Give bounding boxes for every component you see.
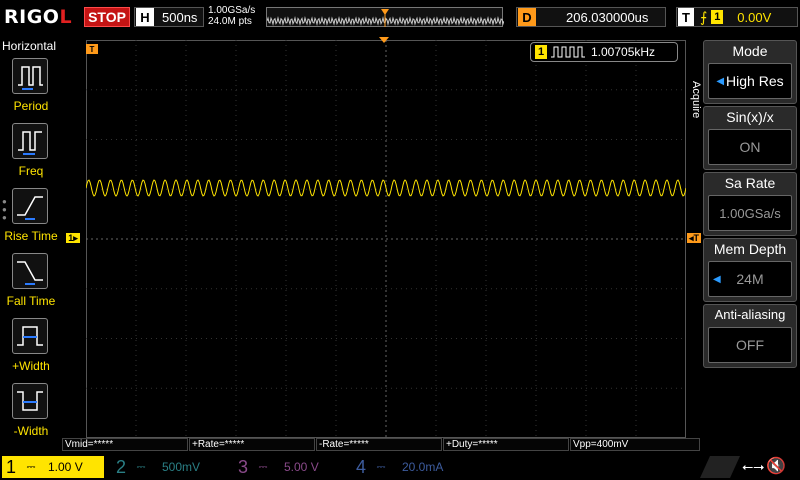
trigger-key: T [678,8,694,26]
menu-sinx[interactable]: Sin(x)/x ON [703,106,797,170]
channel-1-offset-marker[interactable]: 1▸ [66,233,80,243]
delay-key: D [518,8,536,26]
dc-coupling-icon: ⎓ [376,460,386,473]
mode-value: ◀ High Res [708,63,792,99]
memory-overview-wave [266,9,505,27]
memory-points: 24.0M pts [208,16,252,27]
menu-mem-depth[interactable]: Mem Depth ◀ 24M [703,238,797,302]
graticule [86,40,686,438]
channel-2-box[interactable]: 2 ⎓ 500mV [112,456,226,478]
measurement-bar: Vmid=***** +Rate=***** -Rate=***** +Duty… [62,438,700,452]
timebase-box[interactable]: H 500ns [134,7,204,27]
negative-width-icon [12,383,48,419]
measurement-vmid[interactable]: Vmid=***** [62,438,188,451]
measure-panel-title: Horizontal [2,39,57,53]
trigger-level: 0.00V [737,9,772,25]
dc-coupling-icon: ⎓ [26,460,36,473]
trigger-time-marker[interactable] [379,37,389,45]
positive-width-icon [12,318,48,354]
channel-1-number: 1 [2,456,20,478]
panel-page-dots: ● ● ● [2,197,7,222]
channel-3-box[interactable]: 3 ⎓ 5.00 V [234,456,348,478]
delay-value: 206.030000us [566,9,649,25]
bar-separator [700,456,740,478]
dc-coupling-icon: ⎓ [258,460,268,473]
triangle-left-icon: ◀ [716,75,725,87]
trigger-level-marker[interactable]: ◂T [687,233,701,243]
channel-4-scale: 20.0mA [402,460,444,474]
anti-aliasing-value: OFF [708,327,792,363]
channel-3-number: 3 [237,456,248,477]
sample-rate-readout: 1.00GSa/s 24.0M pts [208,5,255,27]
frequency-channel: 1 [535,45,547,59]
rigol-logo: RIGOL [4,6,73,28]
menu-mode[interactable]: Mode ◀ High Res [703,40,797,104]
menu-anti-aliasing[interactable]: Anti-aliasing OFF [703,304,797,368]
channel-1-box[interactable]: 1 ⎓ 1.00 V [2,456,104,478]
triangle-left-icon: ◀ [713,273,721,285]
frequency-icon [12,123,48,159]
fall-time-icon [12,253,48,289]
channel-2-number: 2 [115,456,126,477]
square-wave-icon [551,46,585,58]
measurement-vpp[interactable]: Vpp=400mV [570,438,700,451]
sinx-value: ON [708,129,792,165]
measurement-negative-rate[interactable]: -Rate=***** [316,438,442,451]
channel-3-scale: 5.00 V [284,460,319,474]
rising-edge-icon: ⨍ [700,8,708,25]
run-stop-indicator[interactable]: STOP [84,7,130,27]
horizontal-key: H [136,8,154,26]
frequency-value: 1.00705kHz [591,45,656,59]
delay-box[interactable]: D 206.030000us [516,7,666,27]
waveform-grid[interactable] [86,40,686,438]
measurement-positive-rate[interactable]: +Rate=***** [189,438,315,451]
trigger-source: 1 [711,10,724,24]
trigger-box[interactable]: T ⨍ 1 0.00V [676,7,798,27]
frequency-counter-badge: 1 1.00705kHz [530,42,678,62]
speaker-muted-icon[interactable]: 🔇 [766,456,786,476]
timebase-value: 500ns [162,9,198,25]
memory-overview-bar[interactable] [266,7,505,27]
rise-time-icon [12,188,48,224]
dc-coupling-icon: ⎓ [136,460,146,473]
channel-2-scale: 500mV [162,460,201,474]
channel-4-number: 4 [355,456,366,477]
channel-1-scale: 1.00 V [48,460,83,474]
usb-icon: ⭠⭢ [742,458,765,474]
period-icon [12,58,48,94]
mem-depth-value: ◀ 24M [708,261,792,297]
trigger-origin-marker: T [86,44,98,54]
sa-rate-value: 1.00GSa/s [708,195,792,231]
channel-4-box[interactable]: 4 ⎓ 20.0mA [352,456,466,478]
menu-sa-rate[interactable]: Sa Rate 1.00GSa/s [703,172,797,236]
measurement-positive-duty[interactable]: +Duty=***** [443,438,569,451]
sample-rate: 1.00GSa/s [208,5,256,16]
menu-side-label: Acquire [688,70,702,130]
channel-1-waveform [86,179,686,197]
